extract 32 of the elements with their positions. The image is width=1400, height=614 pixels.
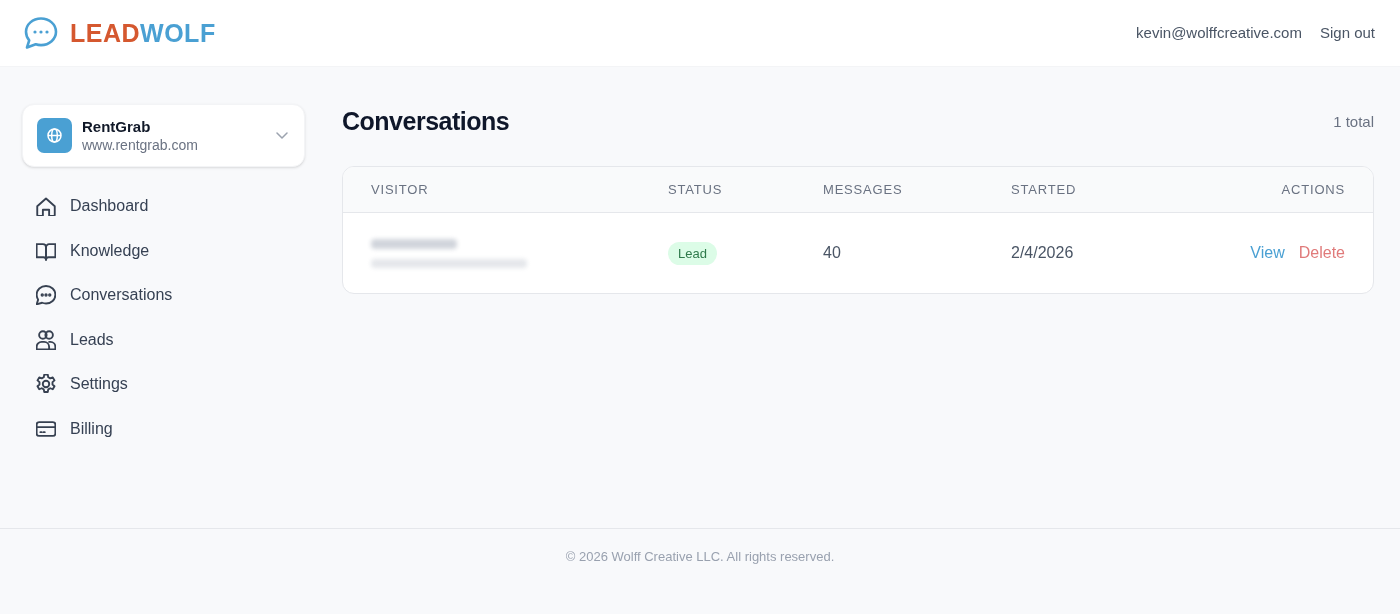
sidebar-item[interactable]: Conversations (22, 273, 305, 318)
sidebar-item[interactable]: Leads (22, 317, 305, 362)
table-cell-text: 40 (823, 243, 841, 263)
user-email: kevin@wolffcreative.com (1136, 22, 1302, 43)
column-header: MESSAGES (823, 180, 903, 199)
table-cell-text: 2/4/2026 (1011, 243, 1074, 263)
chat-bubble-logo-icon (24, 16, 58, 50)
status-badge: Lead (668, 241, 717, 266)
column-header: VISITOR (371, 180, 429, 199)
house-icon (36, 196, 56, 217)
site-name: RentGrab (82, 116, 152, 136)
chevron-down-icon (276, 132, 288, 139)
copyright-text: © 2026 Wolff Creative LLC. All rights reserved. (565, 548, 835, 565)
chat-bubble-icon (36, 285, 56, 306)
page-title: Conversations (342, 106, 510, 138)
sidebar-item[interactable]: Billing (22, 406, 305, 451)
sign-out-link[interactable]: Sign out (1319, 21, 1375, 45)
book-icon (36, 240, 56, 261)
globe-icon (37, 118, 72, 153)
credit-card-icon (36, 418, 56, 439)
sidebar-item[interactable]: Dashboard (22, 184, 305, 229)
column-header: STATUS (668, 180, 723, 199)
site-selector[interactable]: RentGrab www.rentgrab.com (22, 104, 305, 167)
logo-wordmark: LEADWOLF (70, 20, 216, 46)
gear-icon (36, 374, 56, 395)
two-users-icon (36, 329, 56, 350)
column-header: ACTIONS (1281, 180, 1345, 199)
site-url: www.rentgrab.com (82, 135, 199, 155)
total-count: 1 total (1333, 111, 1374, 132)
sidebar-item[interactable]: Knowledge (22, 228, 305, 273)
column-header: STARTED (1011, 180, 1077, 199)
sidebar-item[interactable]: Settings (22, 362, 305, 407)
